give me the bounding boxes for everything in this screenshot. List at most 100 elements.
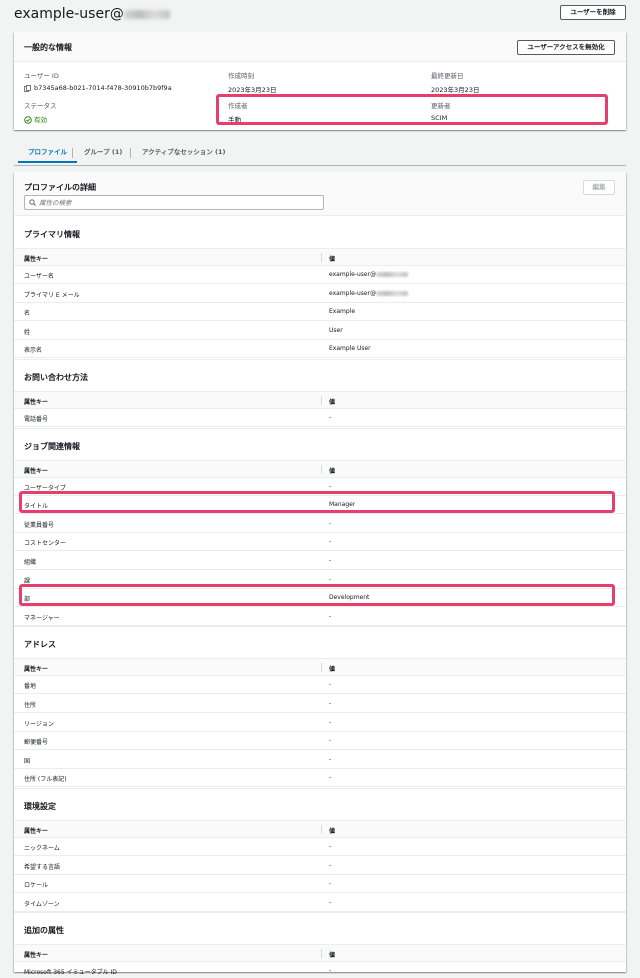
table-row: 国- <box>14 751 626 769</box>
column-divider <box>321 663 322 673</box>
attribute-key: リージョン <box>24 720 54 728</box>
table-row: 住所 - <box>14 695 626 713</box>
table-row: タイムゾーン - <box>14 894 626 912</box>
table-header: 属性キー 値 <box>14 658 626 677</box>
section-title: 環境設定 <box>24 802 56 811</box>
tab-divider <box>130 148 131 158</box>
section-title: プライマリ情報 <box>24 230 80 239</box>
status-label: ステータス <box>24 102 57 110</box>
attribute-search-input[interactable] <box>39 197 319 208</box>
status-field: ステータス 有効 <box>24 100 57 124</box>
tab-divider <box>72 148 73 158</box>
table-row: 表示名 Example User <box>14 340 626 359</box>
column-header-value: 値 <box>329 828 336 835</box>
column-header-value: 値 <box>329 952 336 960</box>
table-row: 名 Example <box>14 303 626 322</box>
attribute-value: Example <box>329 308 356 316</box>
page-title: example-user@ <box>14 6 170 22</box>
column-divider <box>321 464 322 474</box>
attribute-value: - <box>329 482 332 490</box>
section-divider <box>14 427 626 429</box>
table-row: 番地 - <box>14 676 626 695</box>
tab-groups[interactable]: グループ (1) <box>74 147 132 163</box>
attribute-key: 名 <box>24 310 31 318</box>
attribute-value: Example User <box>329 345 371 353</box>
attribute-key: 表示名 <box>24 347 43 355</box>
attribute-key: ニックネーム <box>24 845 60 852</box>
column-header-key: 属性キー <box>24 828 49 835</box>
attribute-search[interactable] <box>24 195 324 210</box>
table-row: ロケール - <box>14 875 626 894</box>
attribute-value: - <box>329 880 332 888</box>
section-title: お問い合わせ方法 <box>24 373 88 382</box>
attribute-key: 住所 <box>24 702 37 709</box>
attribute-value: - <box>329 519 332 527</box>
table-row: 姓 User <box>14 322 626 340</box>
attribute-key: コストセンター <box>24 540 67 548</box>
attribute-key: マネージャー <box>24 614 60 622</box>
attribute-value: - <box>329 843 332 850</box>
table-row: リージョン - <box>14 714 626 732</box>
table-row: 郵便番号 - <box>14 732 626 751</box>
attribute-value: example-user@ <box>329 290 409 297</box>
table-row: 電話番号 - <box>14 409 626 427</box>
highlight-department-row <box>19 584 615 606</box>
table-header: 属性キー 値 <box>14 944 626 963</box>
delete-user-button[interactable]: ユーザーを削除 <box>560 5 626 20</box>
column-header-value: 値 <box>329 467 336 475</box>
attribute-key: プライマリ E メール <box>24 291 80 299</box>
attribute-value: - <box>329 861 332 869</box>
attribute-value: - <box>329 774 332 782</box>
column-header-value: 値 <box>329 256 336 263</box>
column-header-key: 属性キー <box>24 952 49 960</box>
table-row: ニックネーム - <box>14 838 626 856</box>
edit-button[interactable]: 編集 <box>583 180 615 195</box>
attribute-key: Microsoft 365 イミュータブル ID <box>24 969 117 977</box>
table-row: 組織 - <box>14 552 626 570</box>
attribute-key: ユーザー名 <box>24 273 54 280</box>
attribute-key: 住所 (フル表記) <box>24 776 67 784</box>
tab-bar: プロファイル グループ (1) アクティブなセッション (1) <box>14 144 626 166</box>
attribute-value: example-user@ <box>329 271 409 278</box>
table-row: マネージャー - <box>14 608 626 626</box>
table-row: プライマリ E メール example-user@ <box>14 285 626 303</box>
user-id-value: b7345a68-b021-7014-f478-30910b7b9f9a <box>34 84 172 92</box>
redacted-domain <box>123 9 170 19</box>
section-title: 追加の属性 <box>24 926 64 936</box>
table-row: 希望する言語 - <box>14 857 626 875</box>
table-header: 属性キー 値 <box>14 459 626 478</box>
tab-profile[interactable]: プロファイル <box>18 147 77 163</box>
user-id-label: ユーザー ID <box>24 72 59 80</box>
attribute-key: 組織 <box>24 559 37 566</box>
created-at-label: 作成時刻 <box>228 72 254 80</box>
attribute-value: - <box>329 967 332 975</box>
attribute-key: 番地 <box>24 683 37 691</box>
created-at-field: 作成時刻 2023年3月23日 <box>228 70 276 94</box>
attribute-value: - <box>329 700 332 707</box>
updated-at-field: 最終更新日 2023年3月23日 <box>431 70 479 94</box>
table-row: 住所 (フル表記) - <box>14 769 626 788</box>
column-header-value: 値 <box>329 399 336 406</box>
column-header-key: 属性キー <box>24 399 49 406</box>
attribute-key: 郵便番号 <box>24 739 49 747</box>
search-icon <box>29 199 36 206</box>
updated-at-label: 最終更新日 <box>431 72 464 80</box>
attribute-value: - <box>329 612 332 620</box>
tab-active-sessions[interactable]: アクティブなセッション (1) <box>132 147 236 163</box>
general-info-title: 一般的な情報 <box>24 43 72 52</box>
section-divider <box>14 788 626 789</box>
disable-user-access-button[interactable]: ユーザーアクセスを無効化 <box>517 40 615 55</box>
section-divider <box>14 359 626 360</box>
attribute-key: 国 <box>24 757 31 765</box>
attribute-key: 希望する言語 <box>24 863 61 871</box>
table-row: Microsoft 365 イミュータブル ID - <box>14 962 626 978</box>
section-divider <box>14 626 626 628</box>
copy-icon[interactable] <box>24 84 31 92</box>
table-row: 従業員番号 - <box>14 515 626 533</box>
table-header: 属性キー 値 <box>14 820 626 838</box>
attribute-value: - <box>329 737 332 745</box>
user-id-field: ユーザー ID b7345a68-b021-7014-f478-30910b7b… <box>24 70 172 92</box>
table-row: ユーザー名 example-user@ <box>14 266 626 284</box>
attribute-value: User <box>329 326 343 334</box>
column-header-value: 値 <box>329 666 336 674</box>
